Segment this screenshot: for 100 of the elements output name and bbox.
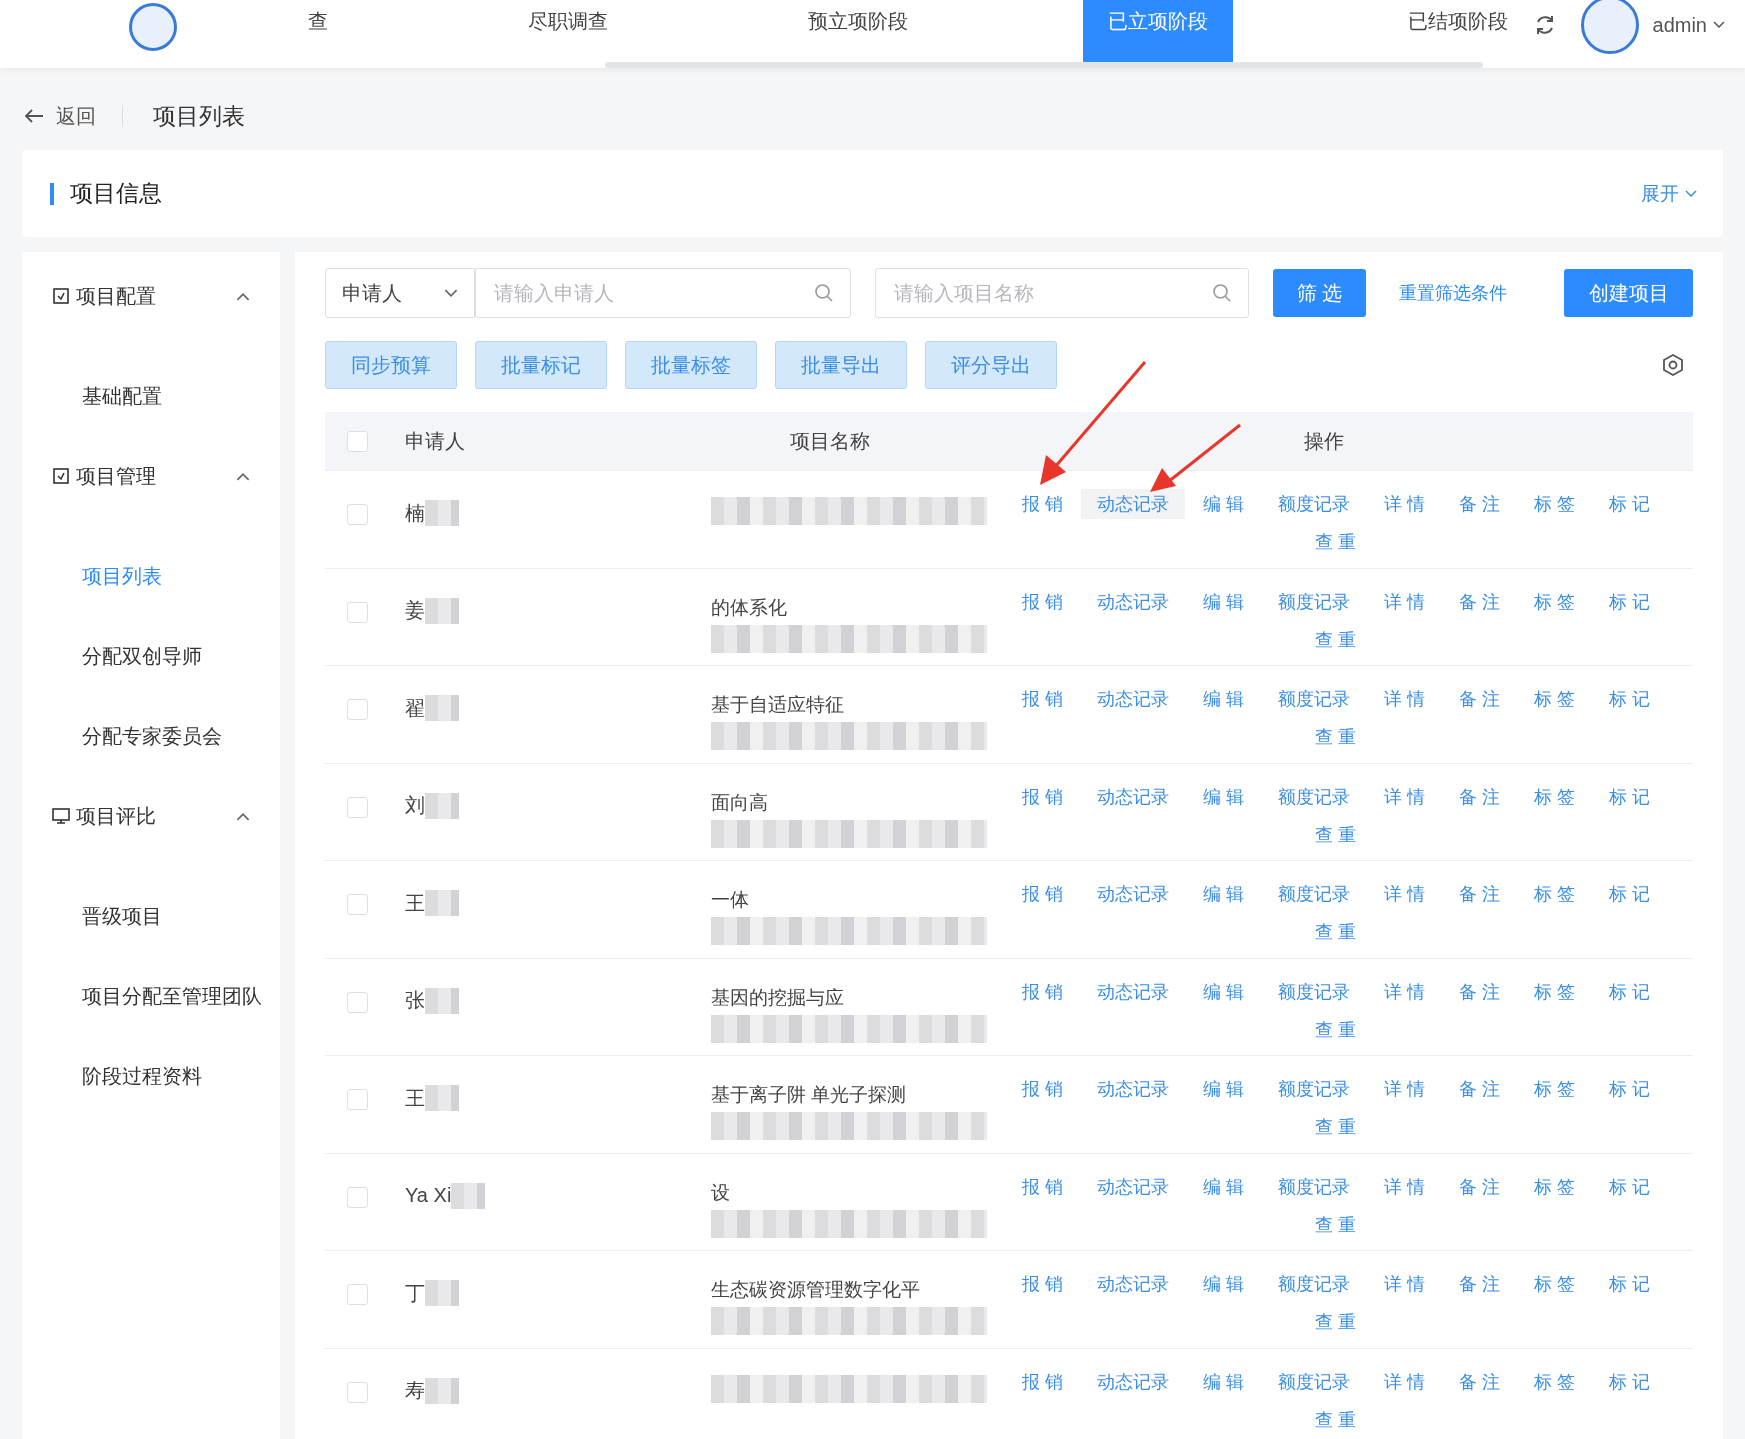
action-link[interactable]: 编 辑 [1200,1074,1246,1104]
action-link[interactable]: 标 记 [1607,489,1653,519]
checkbox[interactable] [347,430,368,452]
bulk-action-button[interactable]: 批量标签 [625,341,757,389]
action-link[interactable]: 动态记录 [1094,879,1171,909]
action-link[interactable]: 额度记录 [1276,1171,1352,1202]
action-link[interactable]: 编 辑 [1200,489,1246,519]
bulk-action-button[interactable]: 评分导出 [925,341,1057,389]
settings-icon[interactable] [1661,353,1685,377]
action-link[interactable]: 标 签 [1532,1269,1578,1299]
action-link[interactable]: 额度记录 [1276,976,1352,1007]
filter-button[interactable]: 筛 选 [1273,269,1366,317]
checkbox[interactable] [347,1186,368,1208]
action-link[interactable]: 查 重 [1313,819,1359,850]
action-link[interactable]: 编 辑 [1200,781,1246,812]
field-select[interactable]: 申请人 [325,268,475,318]
action-link[interactable]: 详 情 [1382,781,1427,812]
checkbox[interactable] [347,796,368,818]
action-link[interactable]: 标 签 [1532,976,1578,1007]
action-link[interactable]: 查 重 [1313,527,1359,557]
action-link[interactable]: 标 签 [1532,781,1578,812]
action-link[interactable]: 编 辑 [1200,1269,1246,1299]
action-link[interactable]: 报 销 [1019,1074,1065,1104]
action-link[interactable]: 额度记录 [1276,489,1352,519]
sidebar-item[interactable]: 项目分配至管理团队 [22,956,280,1036]
bulk-action-button[interactable]: 批量标记 [475,341,607,389]
nav-tab[interactable]: 尽职调查 [502,0,633,62]
applicant-search-field[interactable]: 请输入申请人 [475,268,851,318]
action-link[interactable]: 查 重 [1313,722,1359,752]
action-link[interactable]: 额度记录 [1276,1269,1352,1299]
action-link[interactable]: 查 重 [1313,1404,1359,1435]
action-link[interactable]: 标 记 [1607,684,1653,714]
action-link[interactable]: 额度记录 [1276,1074,1352,1104]
action-link[interactable]: 报 销 [1019,489,1065,519]
sidebar-item[interactable]: 阶段过程资料 [22,1036,280,1116]
back-button[interactable]: 返回 [24,105,123,127]
action-link[interactable]: 标 记 [1607,1074,1653,1104]
bulk-action-button[interactable]: 批量导出 [775,341,907,389]
action-link[interactable]: 编 辑 [1200,684,1246,714]
action-link[interactable]: 详 情 [1382,879,1427,909]
action-link[interactable]: 标 记 [1607,1171,1653,1202]
action-link[interactable]: 动态记录 [1080,489,1185,519]
sidebar-group[interactable]: 项目评比 [22,776,280,856]
action-link[interactable]: 动态记录 [1094,1366,1171,1397]
action-link[interactable]: 标 签 [1532,586,1578,617]
action-link[interactable]: 额度记录 [1276,586,1352,617]
action-link[interactable]: 编 辑 [1200,879,1246,909]
sidebar-item[interactable]: 项目列表 [22,536,280,616]
action-link[interactable]: 查 重 [1313,1112,1359,1142]
action-link[interactable]: 查 重 [1313,1307,1359,1337]
action-link[interactable]: 备 注 [1457,1366,1502,1397]
action-link[interactable]: 报 销 [1019,1269,1065,1299]
sidebar-group[interactable]: 项目配置 [22,256,280,336]
nav-tab[interactable]: 预立项阶段 [782,0,933,62]
action-link[interactable]: 备 注 [1457,489,1502,519]
create-project-button[interactable]: 创建项目 [1564,269,1693,317]
sidebar-group[interactable]: 项目管理 [22,436,280,516]
checkbox[interactable] [347,894,368,915]
action-link[interactable]: 标 签 [1532,684,1578,714]
action-link[interactable]: 动态记录 [1094,781,1171,812]
checkbox[interactable] [347,1089,368,1110]
sidebar-item[interactable]: 分配专家委员会 [22,696,280,776]
action-link[interactable]: 报 销 [1019,879,1065,909]
action-link[interactable]: 备 注 [1457,586,1502,617]
action-link[interactable]: 标 签 [1532,879,1578,909]
action-link[interactable]: 动态记录 [1094,1171,1171,1202]
action-link[interactable]: 备 注 [1457,1074,1502,1104]
action-link[interactable]: 查 重 [1313,1014,1359,1045]
action-link[interactable]: 编 辑 [1200,1366,1246,1397]
checkbox[interactable] [347,1381,368,1403]
sidebar-item[interactable]: 基础配置 [22,356,280,436]
action-link[interactable]: 标 记 [1607,976,1653,1007]
checkbox[interactable] [347,699,368,720]
action-link[interactable]: 编 辑 [1200,1171,1246,1202]
avatar-icon[interactable] [1580,0,1639,54]
action-link[interactable]: 标 签 [1532,1074,1578,1104]
nav-tab[interactable]: 已结项阶段 [1382,0,1533,62]
checkbox[interactable] [347,601,368,623]
action-link[interactable]: 详 情 [1382,1366,1427,1397]
action-link[interactable]: 报 销 [1019,1171,1065,1202]
action-link[interactable]: 详 情 [1382,1074,1427,1104]
action-link[interactable]: 标 签 [1532,489,1578,519]
action-link[interactable]: 编 辑 [1200,586,1246,617]
action-link[interactable]: 详 情 [1382,976,1427,1007]
action-link[interactable]: 备 注 [1457,1171,1502,1202]
reset-filters-link[interactable]: 重置筛选条件 [1399,281,1507,305]
action-link[interactable]: 报 销 [1019,586,1065,617]
action-link[interactable]: 标 签 [1532,1366,1578,1397]
action-link[interactable]: 动态记录 [1094,1074,1171,1104]
action-link[interactable]: 查 重 [1313,1209,1359,1240]
action-link[interactable]: 详 情 [1382,489,1427,519]
action-link[interactable]: 动态记录 [1094,586,1171,617]
action-link[interactable]: 标 记 [1607,879,1653,909]
action-link[interactable]: 报 销 [1019,684,1065,714]
action-link[interactable]: 标 记 [1607,1269,1653,1299]
action-link[interactable]: 标 签 [1532,1171,1578,1202]
action-link[interactable]: 备 注 [1457,684,1502,714]
action-link[interactable]: 详 情 [1382,586,1427,617]
action-link[interactable]: 详 情 [1382,1269,1427,1299]
sidebar-item[interactable]: 晋级项目 [22,876,280,956]
